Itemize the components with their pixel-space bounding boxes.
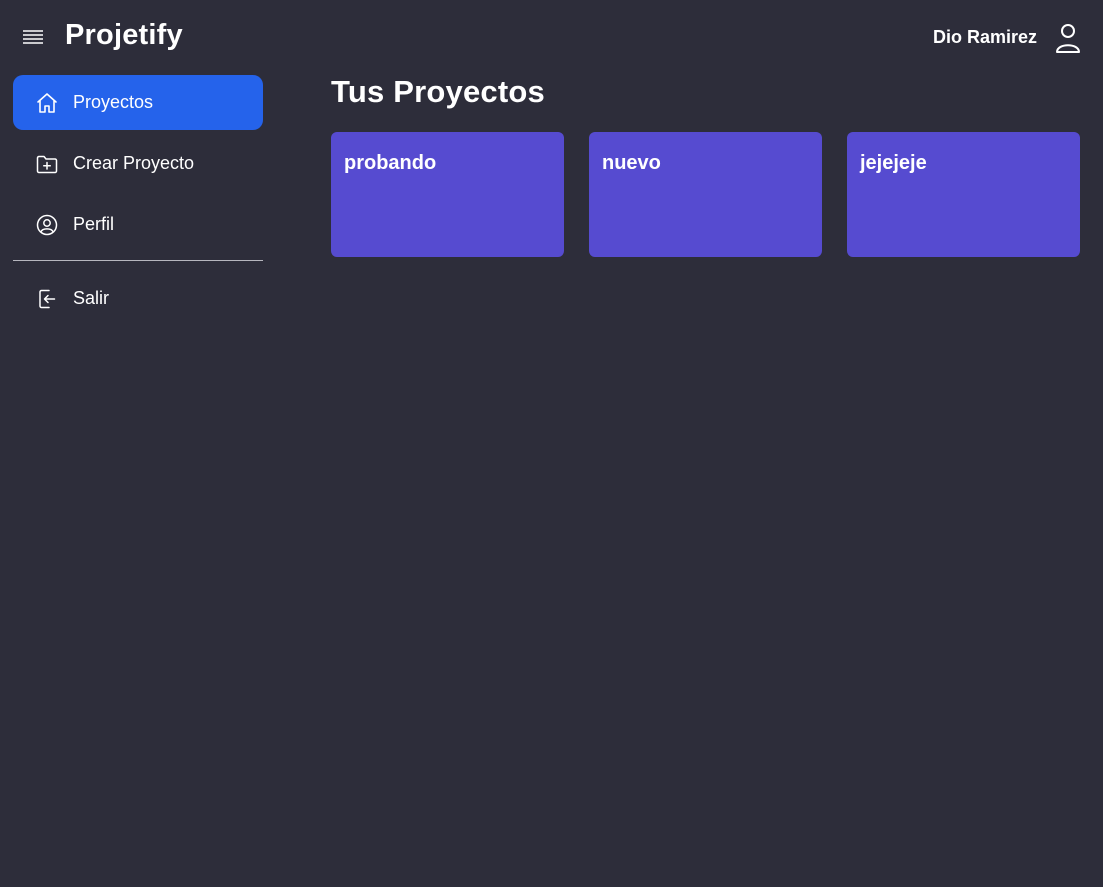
sidebar: Proyectos Crear Proyecto Perfil Salir bbox=[13, 75, 263, 332]
sidebar-item-label: Salir bbox=[73, 288, 110, 308]
user-circle-icon bbox=[35, 213, 59, 237]
home-icon bbox=[35, 91, 59, 115]
project-list: probando nuevo jejejeje bbox=[331, 132, 1081, 257]
project-card-title: jejejeje bbox=[860, 152, 927, 174]
hamburger-menu-icon[interactable] bbox=[20, 26, 46, 48]
page-title: Tus Proyectos bbox=[331, 74, 545, 109]
app-title: Projetify bbox=[65, 19, 183, 51]
sidebar-item-label: Perfil bbox=[73, 214, 115, 234]
logout-icon bbox=[35, 287, 59, 311]
project-card[interactable]: probando bbox=[331, 132, 564, 257]
project-card[interactable]: jejejeje bbox=[847, 132, 1080, 257]
sidebar-item-label: Proyectos bbox=[73, 92, 154, 112]
sidebar-item-proyectos[interactable]: Proyectos bbox=[13, 75, 263, 130]
user-name: Dio Ramirez bbox=[932, 27, 1037, 47]
main-content: Tus Proyectos probando nuevo jejejeje bbox=[331, 74, 1081, 257]
project-card-title: nuevo bbox=[602, 152, 661, 174]
sidebar-item-perfil[interactable]: Perfil bbox=[13, 197, 263, 252]
sidebar-item-label: Crear Proyecto bbox=[73, 153, 195, 173]
top-bar: Projetify Dio Ramirez bbox=[0, 0, 1103, 74]
sidebar-item-crear-proyecto[interactable]: Crear Proyecto bbox=[13, 136, 263, 191]
sidebar-divider bbox=[13, 260, 263, 261]
sidebar-item-salir[interactable]: Salir bbox=[13, 271, 263, 326]
user-avatar-icon[interactable] bbox=[1054, 22, 1082, 54]
project-card-title: probando bbox=[344, 152, 437, 174]
folder-plus-icon bbox=[35, 152, 59, 176]
project-card[interactable]: nuevo bbox=[589, 132, 822, 257]
